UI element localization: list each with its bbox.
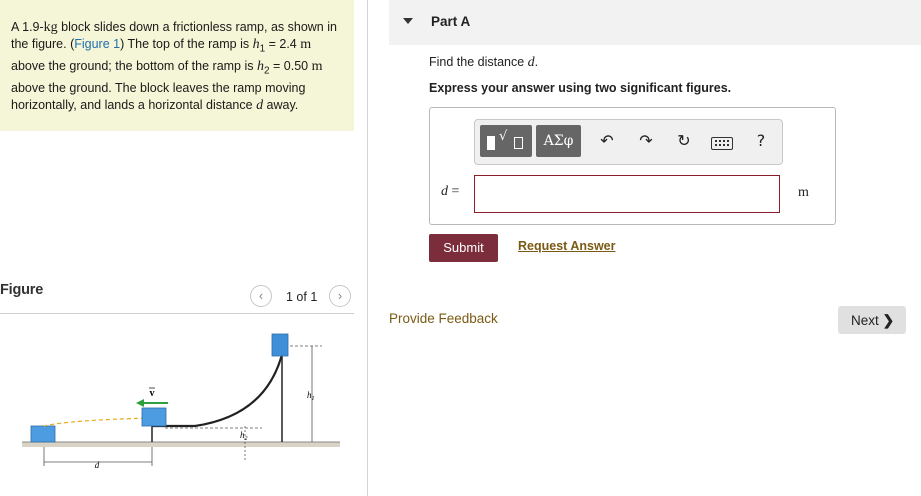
answer-instruction: Express your answer using two significan… xyxy=(429,81,732,95)
figure-link[interactable]: Figure 1 xyxy=(74,37,120,51)
template-box-icon xyxy=(487,136,495,150)
question-text: Find the distance d. xyxy=(429,55,538,71)
greek-symbols-button[interactable]: ΑΣφ xyxy=(536,125,581,157)
d-label: d xyxy=(95,460,100,470)
ground xyxy=(22,442,340,447)
question-suffix: . xyxy=(534,55,539,69)
chevron-right-icon: ❯ xyxy=(882,312,895,328)
next-button[interactable]: Next ❯ xyxy=(838,306,906,334)
radical-icon: √ xyxy=(499,129,508,144)
problem-text-6: = 0.50 xyxy=(269,59,312,74)
velocity-arrowhead xyxy=(136,399,144,407)
next-label: Next xyxy=(851,313,879,328)
question-prefix: Find the distance xyxy=(429,55,528,69)
undo-icon[interactable]: ↶ xyxy=(596,130,618,152)
velocity-label: v xyxy=(150,388,155,399)
answer-equals: = xyxy=(448,184,460,199)
ramp-curve xyxy=(152,345,286,428)
problem-text-3: ) The top of the ramp is xyxy=(120,37,253,52)
submit-button[interactable]: Submit xyxy=(429,234,498,262)
answer-input[interactable] xyxy=(474,175,780,213)
reset-icon[interactable]: ↻ xyxy=(673,130,695,152)
ramp-top-block xyxy=(271,333,289,357)
h1-label: h1 xyxy=(307,390,315,402)
problem-text-4: = 2.4 xyxy=(265,37,301,52)
answer-variable-label: d = xyxy=(441,184,459,200)
answer-variable: d xyxy=(441,184,448,199)
ramp-exit-block xyxy=(141,407,167,427)
h2-symbol: h xyxy=(256,59,264,75)
keyboard-icon[interactable] xyxy=(711,137,733,150)
pane-divider xyxy=(367,0,368,496)
collapse-caret-icon[interactable] xyxy=(403,18,413,24)
question-var: d xyxy=(527,55,535,70)
templates-button[interactable]: √ xyxy=(480,125,532,157)
help-icon[interactable]: ? xyxy=(750,130,772,152)
h2-label-sub: 2 xyxy=(245,436,248,442)
h1-symbol: h xyxy=(252,37,260,53)
d-symbol: d xyxy=(256,97,264,113)
request-answer-link[interactable]: Request Answer xyxy=(518,239,615,253)
ramp-figure: v h1 h2 d xyxy=(22,333,340,470)
answer-unit: m xyxy=(798,185,809,200)
h1-label-sub: 1 xyxy=(312,396,315,402)
trajectory-path xyxy=(43,417,153,427)
figure-next-button[interactable]: › xyxy=(329,285,351,307)
part-title[interactable]: Part A xyxy=(431,14,470,29)
figure-rule xyxy=(0,313,354,314)
template-outline-icon xyxy=(514,137,523,149)
provide-feedback-link[interactable]: Provide Feedback xyxy=(389,311,498,326)
unit-m-2: m xyxy=(311,59,323,75)
redo-icon[interactable]: ↷ xyxy=(635,130,657,152)
h2-label: h2 xyxy=(240,430,248,442)
problem-text-5: above the ground; the bottom of the ramp… xyxy=(11,59,257,74)
unit-kg: kg xyxy=(43,20,58,35)
figure-title: Figure xyxy=(0,282,44,298)
problem-statement: A 1.9-kg block slides down a frictionles… xyxy=(0,0,354,131)
figure-prev-button[interactable]: ‹ xyxy=(250,285,272,307)
figure-pager-count: 1 of 1 xyxy=(286,290,318,304)
problem-text-8: away. xyxy=(263,97,299,112)
unit-m-1: m xyxy=(300,37,312,53)
landed-block xyxy=(30,425,56,443)
problem-text-1: A 1.9- xyxy=(11,20,44,34)
